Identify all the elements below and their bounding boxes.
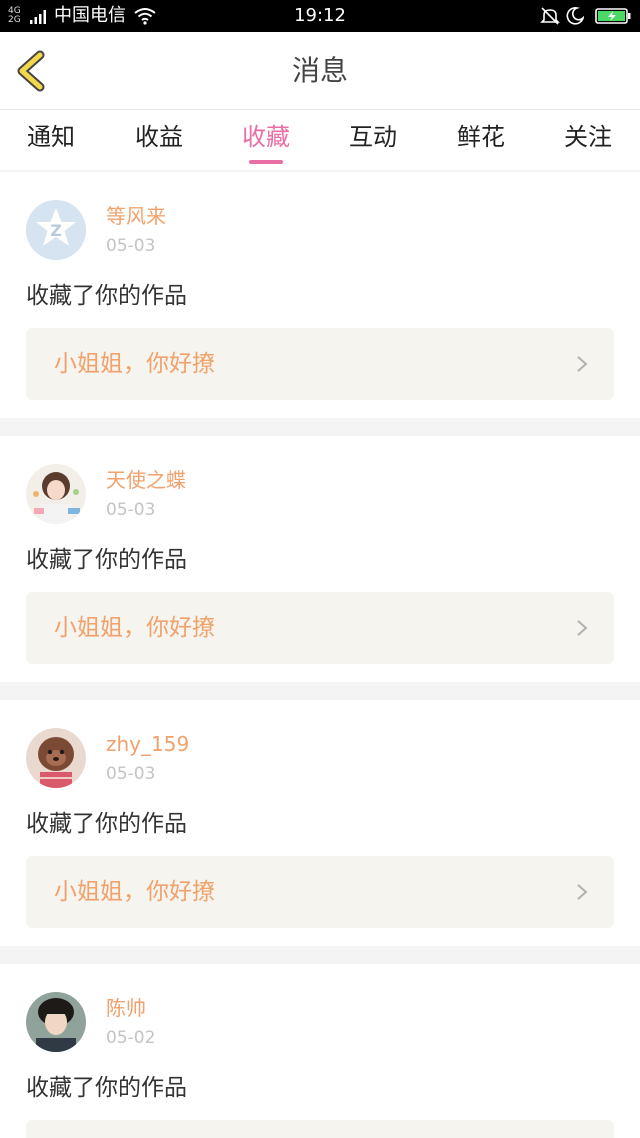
app-header: 消息 (0, 32, 640, 110)
username[interactable]: zhy_159 (106, 732, 189, 756)
message-date: 05-03 (106, 236, 156, 256)
action-text: 收藏了你的作品 (26, 1075, 187, 1101)
work-title: 小姐姐，你好撩 (54, 351, 215, 377)
username[interactable]: 等风来 (106, 204, 166, 228)
category-tabs: 通知 收益 收藏 互动 鲜花 关注 (0, 110, 640, 170)
work-link[interactable]: 小姐姐，你好撩 (26, 592, 614, 664)
message-card: Z 等风来 05-03 收藏了你的作品 小姐姐，你好撩 (0, 172, 640, 418)
message-date: 05-03 (106, 500, 156, 520)
action-text: 收藏了你的作品 (26, 547, 187, 573)
message-date: 05-02 (106, 1028, 156, 1048)
bell-muted-icon (540, 7, 560, 25)
message-date: 05-03 (106, 764, 156, 784)
tab-favorites[interactable]: 收藏 (221, 120, 311, 166)
tab-label: 关注 (564, 123, 612, 151)
tab-label: 鲜花 (457, 123, 505, 151)
work-title: 小姐姐，你好撩 (54, 879, 215, 905)
work-link[interactable] (26, 1120, 614, 1138)
username[interactable]: 陈帅 (106, 996, 146, 1020)
tab-interactions[interactable]: 互动 (328, 120, 418, 166)
avatar[interactable] (26, 464, 86, 524)
message-card: 陈帅 05-02 收藏了你的作品 (0, 964, 640, 1138)
page-title: 消息 (291, 54, 348, 87)
work-link[interactable]: 小姐姐，你好撩 (26, 328, 614, 400)
avatar[interactable] (26, 992, 86, 1052)
work-link[interactable]: 小姐姐，你好撩 (26, 856, 614, 928)
default-avatar-icon: Z (26, 200, 86, 260)
chevron-right-icon (577, 620, 588, 636)
svg-text:Z: Z (50, 221, 62, 240)
chevron-right-icon (577, 884, 588, 900)
message-card: zhy_159 05-03 收藏了你的作品 小姐姐，你好撩 (0, 700, 640, 946)
tab-label: 互动 (349, 123, 397, 151)
tab-label: 通知 (27, 123, 75, 151)
tab-notifications[interactable]: 通知 (6, 120, 96, 166)
work-title: 小姐姐，你好撩 (54, 615, 215, 641)
status-bar: 4G 2G 中国电信 19:12 (0, 0, 640, 32)
moon-icon (566, 7, 584, 25)
tab-earnings[interactable]: 收益 (114, 120, 204, 166)
message-card: 天使之蝶 05-03 收藏了你的作品 小姐姐，你好撩 (0, 436, 640, 682)
dog-photo-avatar-icon (26, 728, 86, 788)
active-tab-indicator (249, 160, 283, 164)
avatar[interactable]: Z (26, 200, 86, 260)
tab-flowers[interactable]: 鲜花 (436, 120, 526, 166)
action-text: 收藏了你的作品 (26, 811, 187, 837)
battery-charging-icon (595, 8, 631, 24)
tab-label: 收藏 (242, 123, 290, 151)
action-text: 收藏了你的作品 (26, 283, 187, 309)
avatar[interactable] (26, 728, 86, 788)
boy-photo-avatar-icon (26, 992, 86, 1052)
tab-following[interactable]: 关注 (543, 120, 633, 166)
tab-label: 收益 (135, 123, 183, 151)
username[interactable]: 天使之蝶 (106, 468, 186, 492)
chevron-right-icon (577, 356, 588, 372)
girl-photo-avatar-icon (26, 464, 86, 524)
